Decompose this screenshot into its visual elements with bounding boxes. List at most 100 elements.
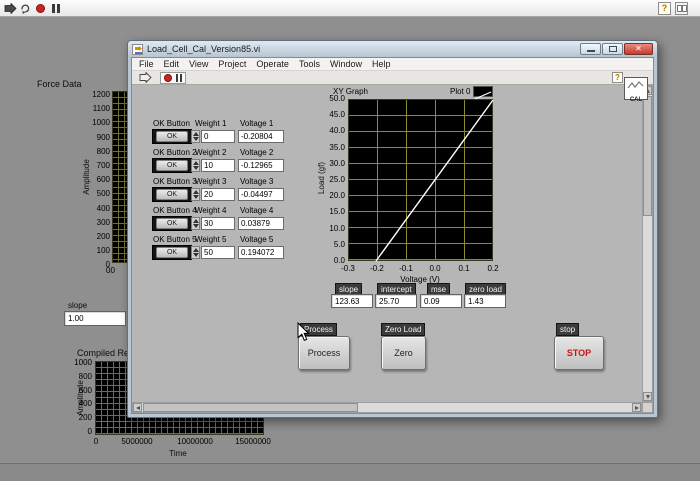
menu-help[interactable]: Help (367, 58, 396, 70)
background-vi-toolbar: ? (0, 0, 700, 17)
axis-tick-label: 600 (79, 387, 92, 395)
calibration-row-2: OK Button 2 Weight 2 Voltage 2 OK 10 -0.… (132, 148, 332, 176)
axis-tick-label: 20.0 (329, 192, 345, 200)
zero-button[interactable]: Zero (381, 336, 426, 370)
voltage-indicator: 0.194072 (238, 246, 284, 259)
axis-tick-label: 50.0 (329, 95, 345, 103)
axis-tick-label: 400 (97, 205, 110, 213)
axis-tick-label: 800 (97, 148, 110, 156)
weight-spinner[interactable] (191, 246, 200, 259)
axis-tick-label: 00 (106, 267, 115, 275)
axis-tick-label: -0.3 (335, 265, 361, 273)
weight-spinner[interactable] (191, 188, 200, 201)
vertical-scrollbar[interactable] (642, 85, 653, 402)
weight-input[interactable]: 20 (201, 188, 235, 201)
scrollbar-corner (642, 402, 653, 413)
ok-button[interactable]: OK (156, 131, 188, 142)
screen-bottom-strip (0, 463, 700, 481)
stop-button[interactable]: STOP (554, 336, 604, 370)
legend-line-sample-icon (473, 86, 493, 97)
window-titlebar[interactable]: Load_Cell_Cal_Version85.vi ✕ (128, 41, 657, 57)
xy-x-axis-ticks: -0.3-0.2-0.10.00.10.2 (348, 265, 493, 274)
ok-button-label: OK Button 3 (153, 177, 197, 186)
horizontal-scrollbar[interactable] (132, 402, 642, 413)
axis-tick-label: 5.0 (334, 241, 345, 249)
compiled-x-axis-ticks: 050000001000000015000000 (95, 438, 264, 447)
calibration-row-1: OK Button Weight 1 Voltage 1 OK 0 -0.208… (132, 119, 332, 147)
help-question-icon[interactable]: ? (612, 72, 623, 83)
xy-plot-line (349, 100, 494, 262)
ok-button[interactable]: OK (156, 189, 188, 200)
axis-tick-label: 35.0 (329, 144, 345, 152)
menu-operate[interactable]: Operate (251, 58, 294, 70)
weight-input[interactable]: 10 (201, 159, 235, 172)
vertical-scroll-thumb[interactable] (643, 96, 652, 216)
weight-spinner[interactable] (191, 159, 200, 172)
voltage-label: Voltage 3 (240, 177, 273, 186)
menu-view[interactable]: View (184, 58, 213, 70)
voltage-label: Voltage 1 (240, 119, 273, 128)
mse-value: 0.09 (420, 294, 462, 308)
pause-icon[interactable] (176, 74, 182, 82)
weight-input[interactable]: 0 (201, 130, 235, 143)
window-title: Load_Cell_Cal_Version85.vi (147, 44, 260, 54)
compiled-x-axis-label: Time (155, 449, 201, 458)
scroll-down-icon[interactable] (643, 392, 652, 401)
xy-graph-legend[interactable]: Plot 0 (450, 86, 493, 97)
axis-tick-label: 100 (97, 247, 110, 255)
weight-input[interactable]: 50 (201, 246, 235, 259)
menu-file[interactable]: File (134, 58, 159, 70)
menu-edit[interactable]: Edit (159, 58, 185, 70)
axis-tick-label: 15000000 (231, 438, 275, 446)
legend-plot-label: Plot 0 (450, 87, 470, 96)
axis-tick-label: 700 (97, 162, 110, 170)
xy-y-axis-ticks: 50.045.040.035.030.025.020.015.010.05.00… (318, 95, 345, 265)
horizontal-scroll-thumb[interactable] (143, 403, 358, 412)
voltage-indicator: -0.12965 (238, 159, 284, 172)
run-continuous-icon[interactable] (19, 2, 32, 15)
weight-spinner[interactable] (191, 217, 200, 230)
axis-tick-label: 15.0 (329, 208, 345, 216)
axis-tick-label: 0.0 (422, 265, 448, 273)
front-panel: OK Button Weight 1 Voltage 1 OK 0 -0.208… (132, 85, 653, 413)
slope-value: 123.63 (331, 294, 373, 308)
run-arrow-icon[interactable] (139, 72, 152, 83)
axis-tick-label: 45.0 (329, 111, 345, 119)
menu-window[interactable]: Window (325, 58, 367, 70)
context-help-question-icon[interactable]: ? (658, 2, 671, 15)
maximize-button[interactable] (602, 43, 623, 55)
menu-project[interactable]: Project (213, 58, 251, 70)
zero-load-value: 1.43 (464, 294, 506, 308)
ok-button[interactable]: OK (156, 160, 188, 171)
axis-tick-label: 1200 (92, 91, 110, 99)
run-arrow-icon[interactable] (4, 2, 17, 15)
axis-tick-label: 1100 (93, 105, 110, 113)
vi-toolbar: ? (132, 71, 653, 85)
weight-label: Weight 4 (195, 206, 226, 215)
axis-tick-label: 200 (79, 414, 92, 422)
axis-tick-label: 1000 (92, 119, 110, 127)
menu-bar: FileEditViewProjectOperateToolsWindowHel… (132, 58, 653, 71)
ok-button-label: OK Button (153, 119, 190, 128)
voltage-indicator: 0.03879 (238, 217, 284, 230)
ok-button-frame: OK (152, 129, 192, 144)
ok-button[interactable]: OK (156, 218, 188, 229)
menu-tools[interactable]: Tools (294, 58, 325, 70)
context-help-window-icon[interactable] (675, 2, 688, 15)
axis-tick-label: 500 (97, 190, 110, 198)
calibration-row-3: OK Button 3 Weight 3 Voltage 3 OK 20 -0.… (132, 177, 332, 205)
axis-tick-label: 0.1 (451, 265, 477, 273)
close-button[interactable]: ✕ (624, 43, 653, 55)
pause-icon[interactable] (49, 2, 62, 15)
abort-icon[interactable] (34, 2, 47, 15)
scroll-left-icon[interactable] (133, 403, 142, 412)
scroll-right-icon[interactable] (632, 403, 641, 412)
weight-input[interactable]: 30 (201, 217, 235, 230)
ok-button[interactable]: OK (156, 247, 188, 258)
abort-icon[interactable] (164, 74, 172, 82)
axis-tick-label: 300 (97, 219, 110, 227)
weight-spinner[interactable] (191, 130, 200, 143)
axis-tick-label: 0.2 (480, 265, 506, 273)
minimize-button[interactable] (580, 43, 601, 55)
voltage-indicator: -0.04497 (238, 188, 284, 201)
